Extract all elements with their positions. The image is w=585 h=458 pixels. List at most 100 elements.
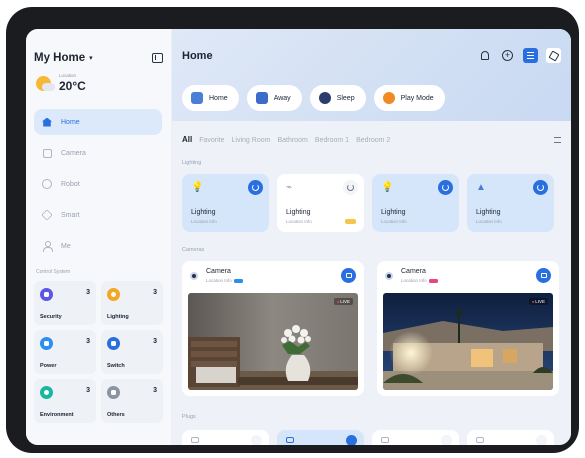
control-count: 3: [86, 387, 90, 394]
list-view-icon[interactable]: [523, 48, 538, 63]
camera-list: Camera Location Info ● LIVE Camera Locat…: [182, 261, 559, 396]
sidebar-item-label: Robot: [61, 180, 80, 188]
plug-card[interactable]: [467, 430, 554, 445]
chevron-down-icon[interactable]: ▾: [89, 54, 93, 62]
tablet-frame: My Home ▾ Location 20°C Home Camera Robo…: [6, 7, 579, 453]
lighting-card[interactable]: 💡 Lighting Location Info: [372, 174, 459, 232]
control-card-power[interactable]: 3 Power: [34, 330, 96, 374]
lighting-location: Location Info: [476, 219, 502, 224]
scene-home-button[interactable]: Home: [182, 85, 239, 111]
control-card-lighting[interactable]: 3 Lighting: [101, 281, 163, 325]
plug-icon: [191, 437, 199, 443]
power-button[interactable]: [346, 435, 357, 445]
status-badge: [428, 278, 438, 283]
partly-sunny-icon: [36, 75, 55, 91]
sidebar-item-home[interactable]: Home: [34, 109, 162, 135]
control-card-security[interactable]: 3 Security: [34, 281, 96, 325]
home-selector[interactable]: My Home ▾: [34, 50, 163, 66]
sidebar-item-smart[interactable]: Smart: [34, 202, 162, 228]
sidebar-item-me[interactable]: Me: [34, 233, 162, 259]
scene-label: Home: [209, 94, 228, 102]
sidebar-item-label: Me: [61, 242, 71, 250]
power-button[interactable]: [441, 435, 452, 445]
scene-bar: Home Away Sleep Play Mode: [182, 85, 445, 111]
tab-living-room[interactable]: Living Room: [232, 137, 271, 144]
tab-bathroom[interactable]: Bathroom: [277, 137, 307, 144]
power-button[interactable]: [438, 180, 453, 195]
temperature: 20°C: [59, 79, 86, 93]
scene-label: Play Mode: [400, 94, 434, 102]
scene-sleep-button[interactable]: Sleep: [309, 85, 366, 111]
lighting-card[interactable]: 💡 Lighting Location Info: [182, 174, 269, 232]
scene-label: Sleep: [336, 94, 355, 102]
home-title[interactable]: My Home: [34, 52, 85, 64]
plug-card[interactable]: [372, 430, 459, 445]
camera-feed[interactable]: LIVE: [383, 293, 553, 390]
sidebar-item-label: Smart: [61, 211, 80, 219]
cameras-section-title: Cameras: [182, 247, 205, 253]
bell-icon[interactable]: [477, 48, 492, 63]
status-tag: [345, 219, 356, 224]
camera-card[interactable]: Camera Location Info ● LIVE: [182, 261, 364, 396]
camera-icon: [190, 272, 198, 280]
add-icon[interactable]: +: [500, 48, 515, 63]
main-content: Home + Home Away Sleep Play Mode All Fav…: [172, 29, 571, 445]
status-badge: [233, 278, 243, 283]
control-card-switch[interactable]: 3 Switch: [101, 330, 163, 374]
lighting-location: Location Info: [286, 219, 312, 224]
sidebar-item-camera[interactable]: Camera: [34, 140, 162, 166]
lighting-card[interactable]: ▲ Lighting Location Info: [467, 174, 554, 232]
sidebar-item-robot[interactable]: Robot: [34, 171, 162, 197]
plug-icon: [381, 437, 389, 443]
camera-title: Camera: [401, 268, 426, 275]
moon-scene-icon: [318, 92, 331, 104]
plug-card[interactable]: [182, 430, 269, 445]
sidebar-item-label: Home: [61, 118, 80, 126]
tab-all[interactable]: All: [182, 135, 192, 144]
bulb-icon: 💡: [381, 182, 394, 193]
tab-bedroom-1[interactable]: Bedroom 1: [315, 137, 349, 144]
sidebar: My Home ▾ Location 20°C Home Camera Robo…: [26, 29, 172, 445]
power-button[interactable]: [533, 180, 548, 195]
scene-away-button[interactable]: Away: [246, 85, 302, 111]
menu-icon[interactable]: [554, 137, 561, 143]
security-icon: [40, 288, 53, 301]
header-actions: +: [469, 48, 561, 63]
power-button[interactable]: [343, 180, 358, 195]
tab-favorite[interactable]: Favorite: [199, 137, 224, 144]
plug-icon: [286, 437, 294, 443]
door-scene-icon: [255, 92, 268, 104]
control-count: 3: [86, 338, 90, 345]
environment-icon: [40, 386, 53, 399]
home-icon: [42, 117, 52, 127]
camera-record-button[interactable]: [341, 268, 356, 283]
scene-play-mode-button[interactable]: Play Mode: [373, 85, 445, 111]
weather-widget: Location 20°C: [36, 73, 86, 93]
camera-feed[interactable]: LIVE: [188, 293, 358, 390]
control-label: Switch: [107, 363, 125, 369]
app-screen: My Home ▾ Location 20°C Home Camera Robo…: [26, 29, 571, 445]
control-card-others[interactable]: 3 Others: [101, 379, 163, 423]
power-button[interactable]: [536, 435, 547, 445]
camera-card[interactable]: Camera Location Info ● LIVE: [377, 261, 559, 396]
plug-card[interactable]: [277, 430, 364, 445]
control-label: Security: [40, 314, 62, 320]
control-card-environment[interactable]: 3 Environment: [34, 379, 96, 423]
control-count: 3: [153, 289, 157, 296]
sidebar-toggle-icon[interactable]: [152, 53, 163, 63]
page-title: Home: [182, 50, 213, 62]
play-scene-icon: [382, 92, 395, 104]
3d-view-icon[interactable]: [546, 48, 561, 63]
lighting-card[interactable]: ⌁ Lighting Location Info: [277, 174, 364, 232]
power-button[interactable]: [248, 180, 263, 195]
lighting-section-title: Lighting: [182, 160, 202, 166]
camera-record-button[interactable]: [536, 268, 551, 283]
location-label: Location: [59, 73, 77, 78]
control-count: 3: [153, 338, 157, 345]
control-count: 3: [86, 289, 90, 296]
room-tabs: All Favorite Living Room Bathroom Bedroo…: [182, 135, 397, 144]
tab-bedroom-2[interactable]: Bedroom 2: [356, 137, 390, 144]
live-badge: LIVE: [528, 298, 548, 305]
power-button[interactable]: [251, 435, 262, 445]
control-label: Power: [40, 363, 57, 369]
